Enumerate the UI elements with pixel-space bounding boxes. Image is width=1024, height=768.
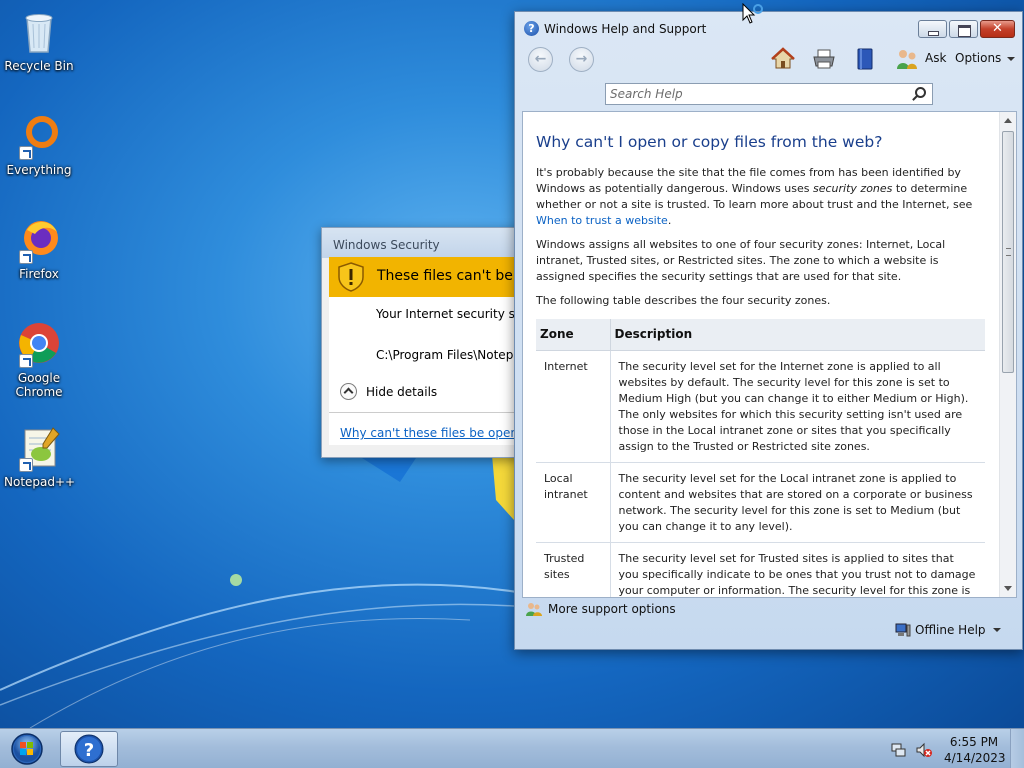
table-header-description: Description [610,319,985,351]
zone-name: Internet [536,350,611,463]
show-desktop-button[interactable] [1010,729,1024,768]
help-and-support-window[interactable]: ? Windows Help and Support ✕ ← → Ask Opt… [514,11,1023,650]
article-heading: Why can't I open or copy files from the … [536,133,883,151]
clock-date: 4/14/2023 [944,751,1006,765]
search-box[interactable] [605,83,933,105]
close-button[interactable]: ✕ [980,20,1015,38]
collapse-chevron-icon [340,383,357,400]
hide-details-toggle[interactable]: Hide details [340,383,437,400]
table-row: Trusted sites The security level set for… [536,542,985,597]
taskbar-help-and-support-button[interactable]: ? [60,731,118,767]
title-bar[interactable]: ? Windows Help and Support ✕ [515,12,1022,42]
desktop-icon-label: Google Chrome [15,371,63,399]
ask-people-icon[interactable] [895,47,919,71]
more-support-options-link[interactable]: More support options [526,601,676,617]
back-button[interactable]: ← [528,47,553,72]
scroll-down-arrow-icon[interactable] [1004,586,1012,591]
start-button[interactable] [6,731,48,767]
zone-description: The security level set for the Local int… [610,462,985,543]
article-paragraph: It's probably because the site that the … [536,166,973,227]
warning-shield-icon [338,262,364,292]
home-icon[interactable] [771,47,795,71]
desktop-icon-firefox[interactable]: Firefox [4,216,74,281]
help-article-pane[interactable]: Why can't I open or copy files from the … [522,111,1017,598]
everything-icon [15,112,63,160]
warning-heading: These files can't be opened [377,268,520,284]
scroll-up-arrow-icon[interactable] [1004,118,1012,123]
chrome-icon [15,320,63,368]
search-icon[interactable] [915,87,926,98]
table-header-zone: Zone [536,319,611,351]
article-paragraph: Windows assigns all websites to one of f… [536,238,946,283]
desktop-icon-label: Firefox [19,267,59,281]
article-paragraph: The following table describes the four s… [536,294,831,307]
table-row: Local intranet The security level set fo… [536,462,985,543]
back-arrow-icon: ← [534,51,547,67]
offline-help-menu[interactable]: Offline Help [895,623,1001,637]
help-question-icon: ? [74,734,104,764]
desktop-icon-label: Everything [6,163,72,177]
system-clock[interactable]: 6:55 PM 4/14/2023 [944,734,1006,766]
forward-button[interactable]: → [569,47,594,72]
svg-text:?: ? [84,740,94,761]
dialog-title: Windows Security [322,228,520,258]
browse-help-book-icon[interactable] [853,47,877,71]
notepad-plus-plus-icon [15,424,63,472]
zone-name: Local intranet [536,462,611,543]
offline-help-label: Offline Help [915,623,986,637]
minimize-button[interactable] [918,20,947,38]
security-zones-table: Zone Description Internet The security l… [536,319,985,597]
desktop-icon-label: Notepad++ [4,475,76,489]
window-title: Windows Help and Support [544,22,707,36]
divider [329,412,520,413]
scrollbar-thumb[interactable] [1002,131,1014,373]
network-icon[interactable] [891,742,907,758]
desktop-icon-everything[interactable]: Everything [4,112,74,177]
windows-security-dialog[interactable]: Windows Security These files can't be op… [321,227,521,458]
mouse-cursor-busy-icon [742,3,763,24]
zone-description: The security level set for the Internet … [610,350,985,463]
zone-name: Trusted sites [536,542,611,597]
dialog-message: Your Internet security settings prevente… [376,307,520,321]
blocked-file-path: C:\Program Files\Notepad++ [376,348,520,362]
desktop-icon-notepad-plus-plus[interactable]: Notepad++ [4,424,76,489]
shortcut-arrow-icon [19,458,33,472]
clock-time: 6:55 PM [949,735,999,749]
taskbar: ? 6:55 PM 4/14/2023 [0,728,1024,768]
shortcut-arrow-icon [19,146,33,160]
vertical-scrollbar[interactable] [999,112,1016,597]
search-input[interactable] [610,86,906,102]
forward-arrow-icon: → [575,51,588,67]
volume-muted-icon[interactable] [916,742,932,758]
people-icon [526,603,542,616]
hide-details-label: Hide details [366,384,438,399]
desktop-icon-recycle-bin[interactable]: Recycle Bin [4,8,74,73]
ask-button[interactable]: Ask [925,51,946,65]
more-support-label: More support options [548,602,676,616]
help-question-icon: ? [524,21,539,36]
recycle-bin-icon [15,8,63,56]
desktop-icon-chrome[interactable]: Google Chrome [4,320,74,399]
zone-description: The security level set for Trusted sites… [610,542,985,597]
dialog-body: Your Internet security settings prevente… [329,297,520,445]
options-menu[interactable]: Options [955,51,1016,65]
shortcut-arrow-icon [19,354,33,368]
firefox-icon [15,216,63,264]
maximize-button[interactable] [949,20,978,38]
print-icon[interactable] [812,47,836,71]
desktop-icon-label: Recycle Bin [4,59,74,73]
why-cant-open-link[interactable]: Why can't these files be opened? [340,426,520,440]
table-row: Internet The security level set for the … [536,350,985,463]
close-icon: ✕ [992,21,1003,36]
shortcut-arrow-icon [19,250,33,264]
warning-banner: These files can't be opened [329,257,520,297]
when-to-trust-link[interactable]: When to trust a website [536,214,668,227]
computer-icon [895,623,911,637]
